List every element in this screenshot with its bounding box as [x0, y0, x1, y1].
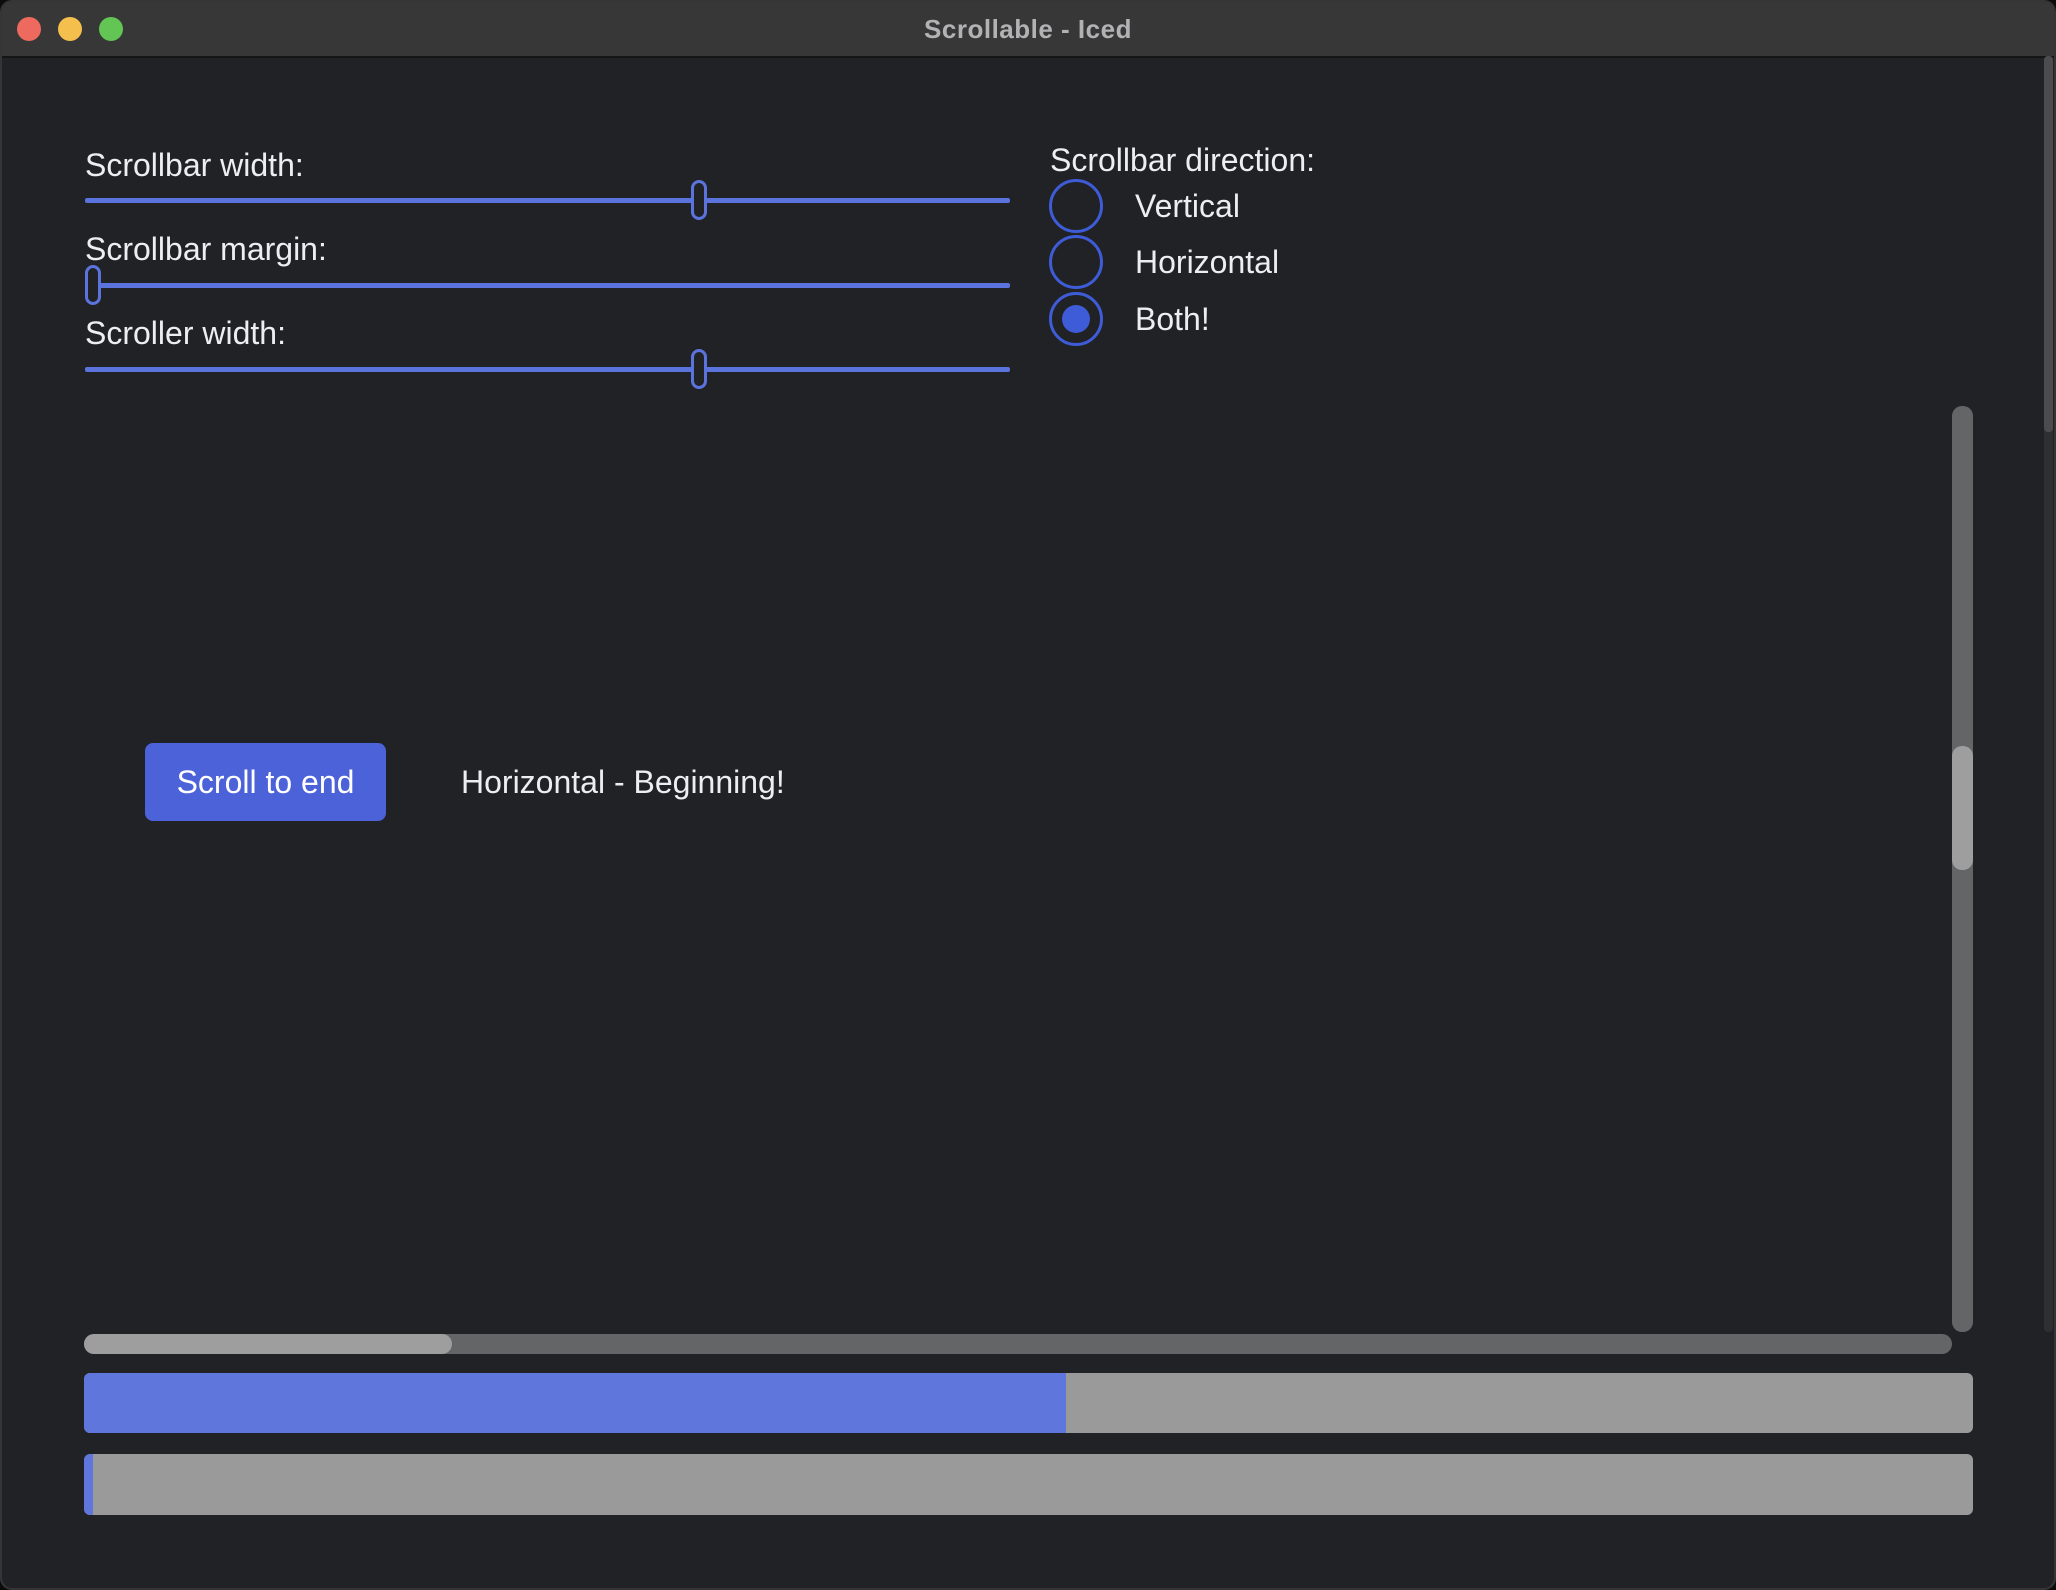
vertical-scroller[interactable]: [1952, 746, 1973, 870]
radio-both[interactable]: [1049, 292, 1103, 346]
horizontal-progress-bar: [84, 1373, 1973, 1433]
radio-horizontal[interactable]: [1049, 235, 1103, 289]
scrollbar-width-slider[interactable]: [85, 178, 1010, 222]
scroll-to-end-button[interactable]: Scroll to end: [145, 743, 386, 821]
scrollbar-direction-heading: Scrollbar direction:: [1050, 139, 1315, 181]
scrollbar-margin-slider[interactable]: [85, 263, 1010, 307]
traffic-lights: [17, 2, 123, 56]
slider-handle[interactable]: [691, 180, 707, 220]
vertical-progress-bar: [84, 1454, 1973, 1515]
slider-handle[interactable]: [691, 349, 707, 389]
close-button[interactable]: [17, 17, 41, 41]
slider-rail[interactable]: [85, 283, 1010, 288]
minimize-button[interactable]: [58, 17, 82, 41]
progress-fill: [84, 1373, 1066, 1433]
app-window: Scrollable - Iced Scrollbar width: Scrol…: [0, 0, 2056, 1590]
window-title: Scrollable - Iced: [924, 14, 1132, 45]
radio-vertical[interactable]: [1049, 179, 1103, 233]
scroller-width-slider[interactable]: [85, 347, 1010, 391]
outer-scrollbar-track[interactable]: [2044, 56, 2053, 1332]
outer-scroller[interactable]: [2044, 56, 2053, 432]
horizontal-scroller[interactable]: [84, 1334, 452, 1354]
radio-horizontal-label[interactable]: Horizontal: [1135, 241, 1279, 283]
slider-rail[interactable]: [85, 198, 1010, 203]
progress-fill: [84, 1454, 93, 1515]
slider-handle[interactable]: [85, 265, 101, 305]
horizontal-scrollbar-track[interactable]: [84, 1334, 1952, 1354]
scroll-status-text: Horizontal - Beginning!: [461, 761, 785, 803]
title-bar[interactable]: Scrollable - Iced: [2, 2, 2054, 58]
slider-rail[interactable]: [85, 367, 1010, 372]
radio-vertical-label[interactable]: Vertical: [1135, 185, 1240, 227]
radio-both-label[interactable]: Both!: [1135, 298, 1210, 340]
zoom-button[interactable]: [99, 17, 123, 41]
vertical-scrollbar-track[interactable]: [1952, 406, 1973, 1332]
radio-dot: [1062, 305, 1090, 333]
